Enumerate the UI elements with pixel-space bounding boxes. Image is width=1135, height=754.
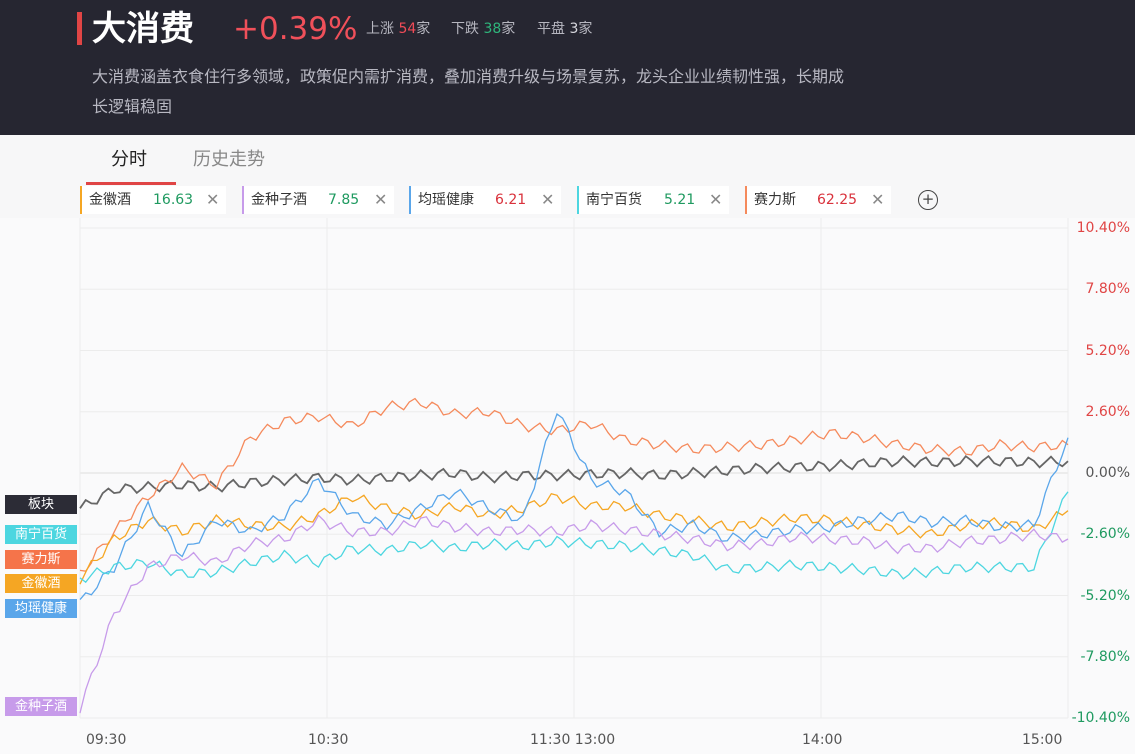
down-count-stat: 下跌 38家: [451, 19, 515, 39]
y-tick-label: -7.80%: [1080, 648, 1130, 665]
flat-unit: 家: [578, 21, 593, 37]
tab-intraday[interactable]: 分时: [111, 148, 147, 172]
active-tab-underline: [86, 182, 176, 185]
stock-name: 赛力斯: [754, 192, 796, 208]
close-icon[interactable]: ✕: [374, 186, 387, 214]
legend-tag: 南宁百货: [5, 525, 77, 544]
stock-price: 6.21: [495, 192, 527, 208]
title-accent-bar: [77, 12, 82, 45]
down-label: 下跌: [451, 21, 479, 37]
stock-chip-nanningbaihuo[interactable]: 南宁百货 5.21 ✕: [577, 186, 729, 214]
stock-name: 金种子酒: [251, 192, 307, 208]
y-tick-label: -10.40%: [1071, 710, 1130, 726]
x-tick-label: 10:30: [308, 732, 349, 748]
x-tick-label: 09:30: [86, 732, 127, 748]
up-count: 54: [398, 21, 417, 37]
board-description: 大消费涵盖衣食住行多领域，政策促内需扩消费，叠加消费升级与场景复苏，龙头企业业绩…: [92, 67, 845, 116]
legend-tag: 金徽酒: [5, 574, 77, 593]
stock-chip-junyaojiankang[interactable]: 均瑶健康 6.21 ✕: [409, 186, 561, 214]
y-tick-label: 2.60%: [1085, 403, 1130, 420]
stock-chip-cailisi[interactable]: 赛力斯 62.25 ✕: [745, 186, 891, 214]
legend-tag: 板块: [5, 495, 77, 514]
y-tick-label: 7.80%: [1085, 281, 1130, 298]
flat-label: 平盘: [537, 21, 565, 37]
y-tick-label: 5.20%: [1085, 342, 1130, 359]
close-icon[interactable]: ✕: [709, 186, 722, 214]
legend-tag: 金种子酒: [5, 697, 77, 716]
stock-price: 7.85: [328, 192, 360, 208]
up-count-stat: 上涨 54家: [366, 19, 430, 39]
down-unit: 家: [501, 21, 516, 37]
tab-bar: 分时 历史走势: [0, 135, 1135, 185]
stock-name: 金徽酒: [89, 192, 131, 208]
tab-history-trend[interactable]: 历史走势: [193, 148, 265, 172]
y-tick-label: 10.40%: [1076, 220, 1130, 236]
close-icon[interactable]: ✕: [541, 186, 554, 214]
header-panel: 大消费 +0.39% 上涨 54家 下跌 38家 平盘 3家 大消费涵盖衣食住行…: [0, 0, 1135, 135]
chart-svg: [79, 218, 1069, 719]
x-tick-label: 11:30 13:00: [530, 732, 616, 748]
stock-chip-jinzhongzijiu[interactable]: 金种子酒 7.85 ✕: [242, 186, 394, 214]
intraday-chart: [0, 218, 1135, 754]
up-unit: 家: [416, 21, 431, 37]
x-tick-label: 14:00: [802, 732, 843, 748]
stock-price: 62.25: [817, 192, 858, 208]
y-tick-label: -5.20%: [1080, 587, 1130, 604]
down-count: 38: [483, 21, 502, 37]
flat-count-stat: 平盘 3家: [537, 19, 592, 39]
y-tick-label: -2.60%: [1080, 526, 1130, 543]
stock-name: 均瑶健康: [418, 192, 474, 208]
stock-price: 5.21: [664, 192, 696, 208]
board-title: 大消费: [92, 9, 194, 49]
chart-grid: [79, 218, 1069, 719]
up-label: 上涨: [366, 21, 394, 37]
x-tick-label: 15:00: [1022, 732, 1063, 748]
stock-chip-jinhuijiu[interactable]: 金徽酒 16.63 ✕: [80, 186, 226, 214]
stock-price: 16.63: [153, 192, 194, 208]
add-stock-icon[interactable]: +: [918, 190, 938, 210]
close-icon[interactable]: ✕: [871, 186, 884, 214]
legend-tag: 均瑶健康: [5, 599, 77, 618]
legend-tag: 赛力斯: [5, 550, 77, 569]
close-icon[interactable]: ✕: [206, 186, 219, 214]
board-change-percent: +0.39%: [233, 11, 358, 47]
y-tick-label: 0.00%: [1085, 465, 1130, 481]
stock-name: 南宁百货: [586, 192, 642, 208]
